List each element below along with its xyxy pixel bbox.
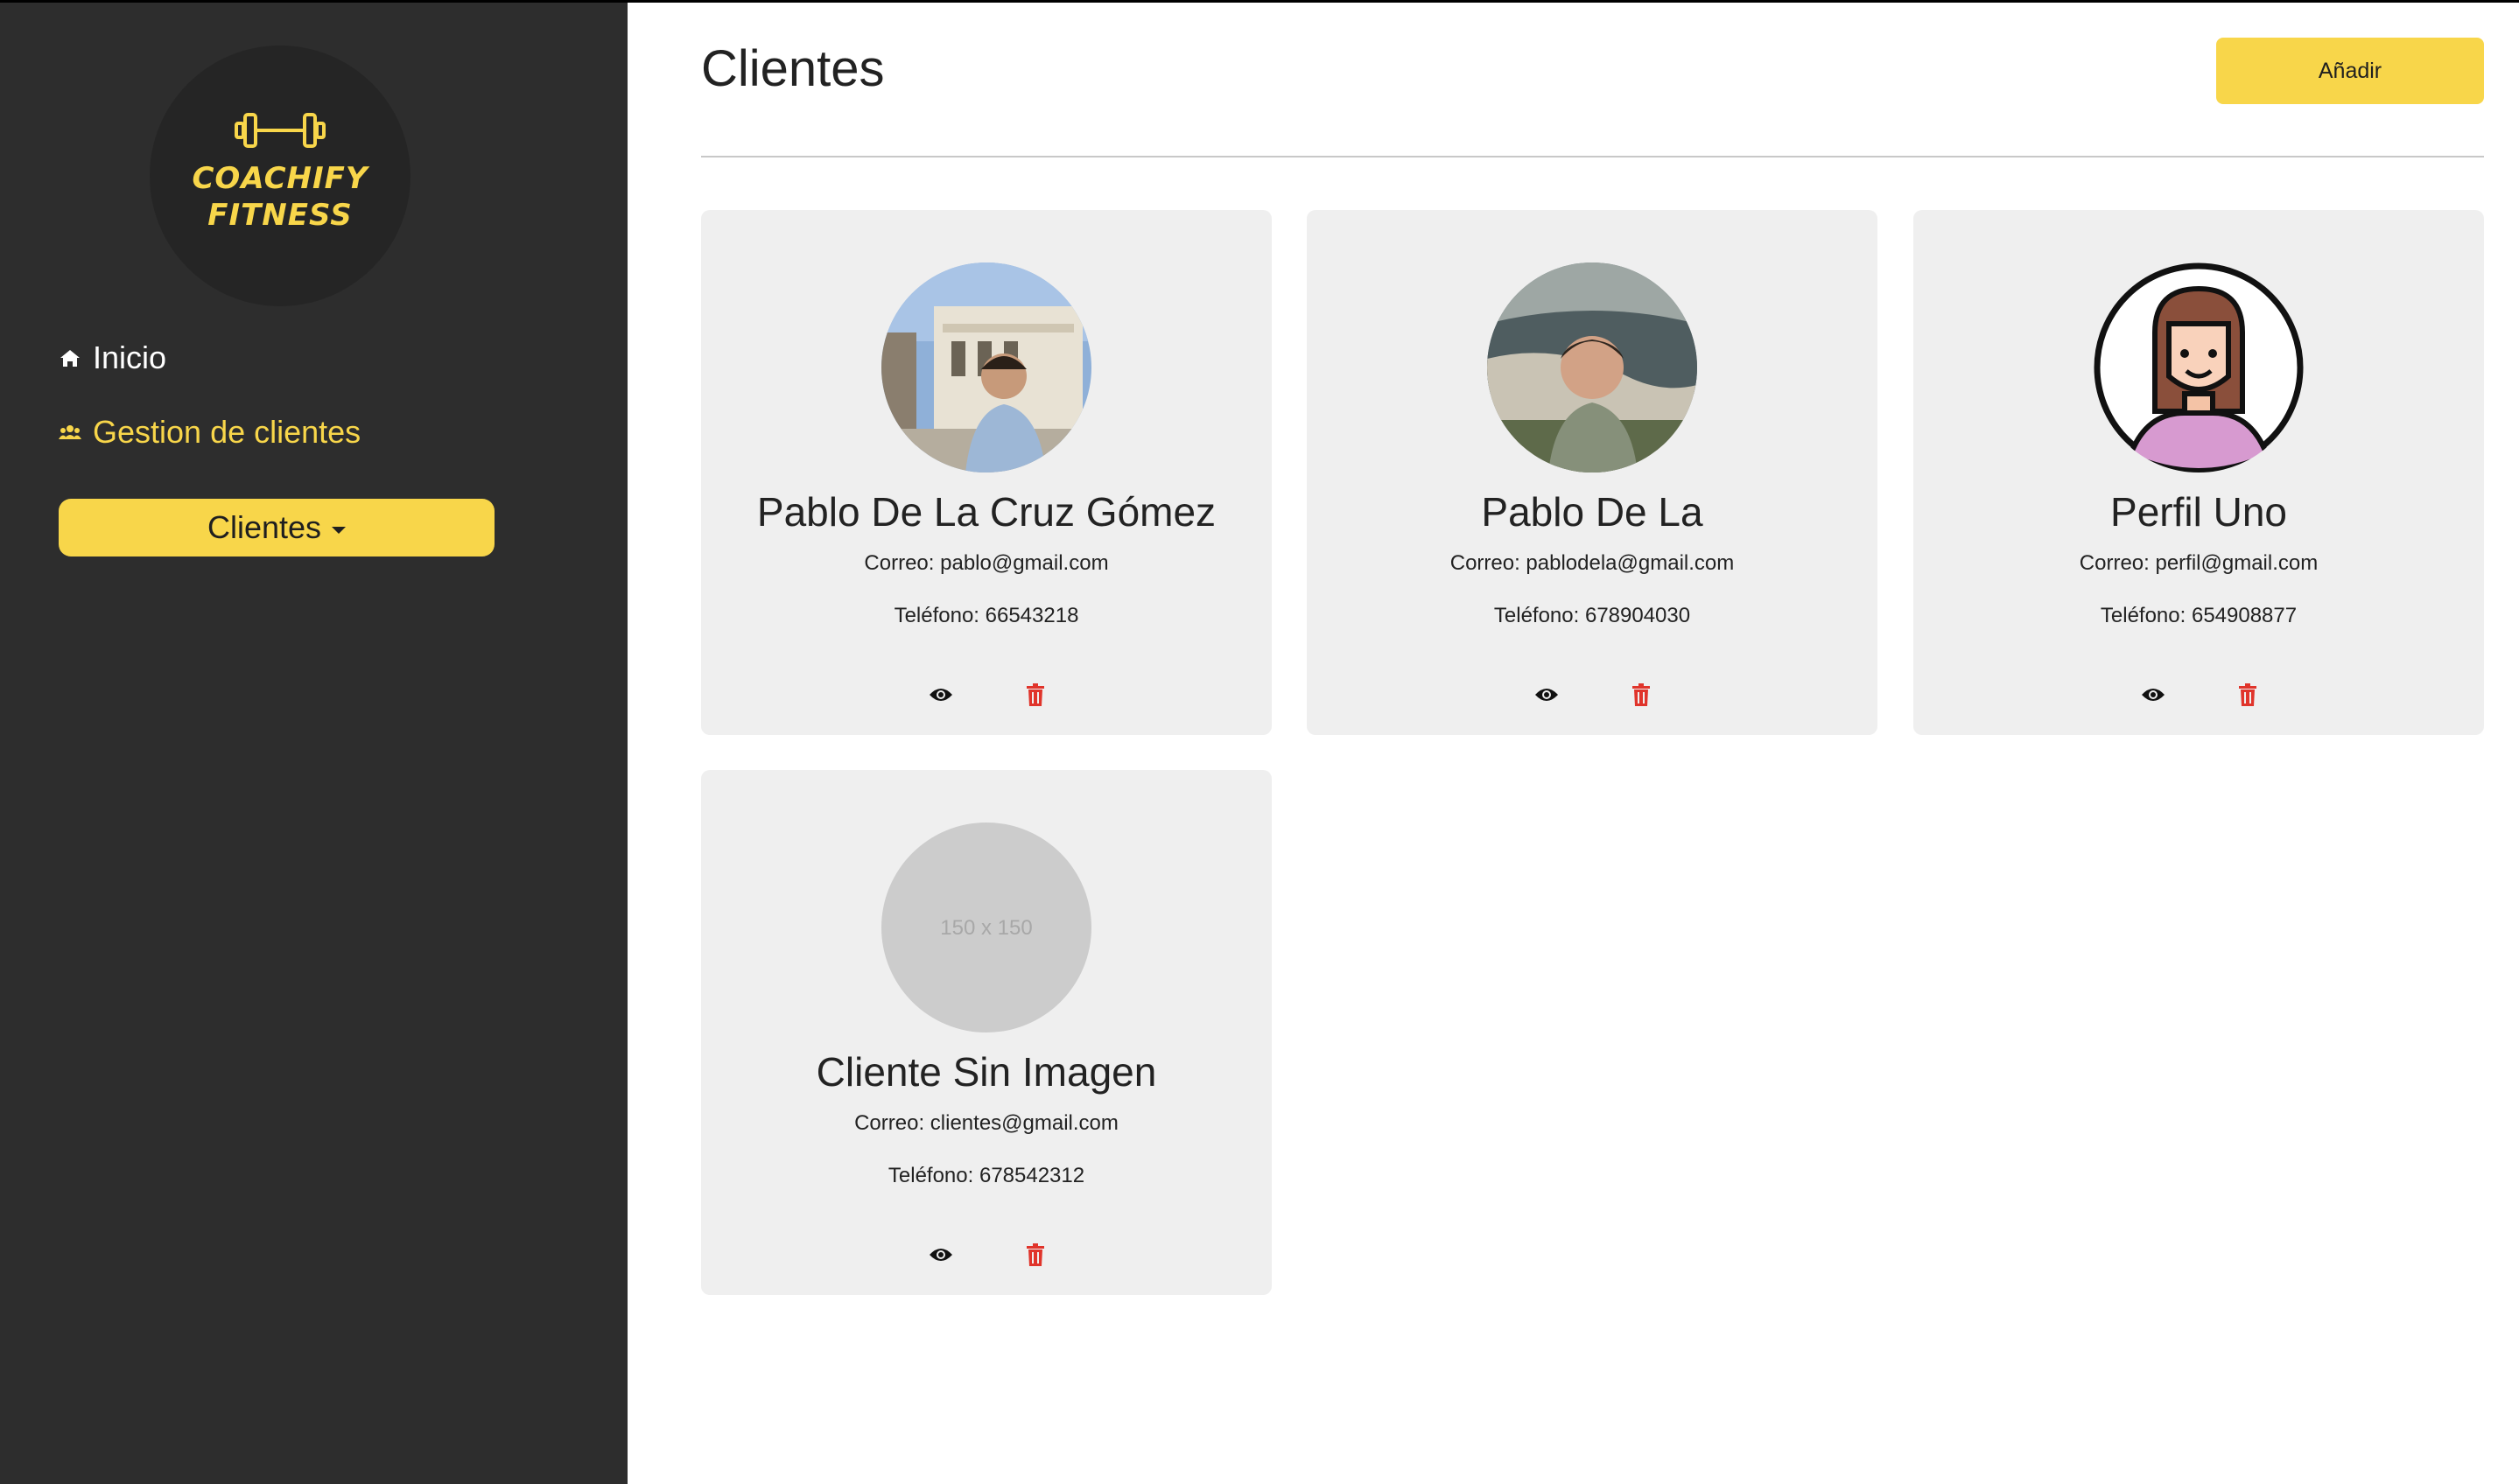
app-window: COACHIFY FITNESS Inicio Gestion de clien… [0,3,2519,1484]
brand-logo[interactable]: COACHIFY FITNESS [150,46,410,306]
client-phone: Teléfono: 678904030 [1493,604,1691,627]
nav-item-gestion-label: Gestion de clientes [93,414,361,450]
eye-icon [930,1249,952,1261]
eye-icon [930,689,952,701]
client-email: Correo: pablo@gmail.com [864,551,1109,575]
page-title: Clientes [701,40,885,97]
add-client-button[interactable]: Añadir [2216,38,2484,104]
users-icon [58,420,82,444]
caret-down-icon [332,527,347,534]
eye-icon [2142,689,2165,701]
client-name: Pablo De La Cruz Gómez [756,489,1217,535]
client-name: Cliente Sin Imagen [816,1049,1157,1095]
client-actions [1307,677,1877,712]
eye-icon [1535,689,1558,701]
delete-client-button[interactable] [1018,677,1053,712]
client-actions [701,1237,1272,1272]
delete-client-button[interactable] [1018,1237,1053,1272]
nav-item-gestion-clientes[interactable]: Gestion de clientes [58,414,361,451]
placeholder-size-label: 150 x 150 [940,916,1032,940]
home-icon [58,346,82,370]
nav-item-inicio[interactable]: Inicio [58,340,166,376]
client-card: Pablo De La Correo: pablodela@gmail.com … [1307,210,1877,735]
nav-item-inicio-label: Inicio [93,340,167,375]
client-phone: Teléfono: 654908877 [2100,604,2298,627]
trash-icon [2239,683,2256,706]
client-avatar [2094,262,2304,472]
trash-icon [1027,683,1044,706]
sidebar: COACHIFY FITNESS Inicio Gestion de clien… [0,3,628,1484]
client-card: 150 x 150 Cliente Sin Imagen Correo: cli… [701,770,1272,1295]
client-avatar-placeholder: 150 x 150 [881,822,1091,1032]
client-name: Pablo De La [1481,489,1703,535]
delete-client-button[interactable] [2230,677,2265,712]
view-client-button[interactable] [2136,677,2171,712]
view-client-button[interactable] [923,1237,958,1272]
client-email: Correo: clientes@gmail.com [854,1111,1119,1135]
client-name: Perfil Uno [2110,489,2287,535]
clientes-dropdown-label: Clientes [207,509,322,545]
header-divider [701,156,2484,158]
view-client-button[interactable] [923,677,958,712]
client-email: Correo: pablodela@gmail.com [1449,551,1735,575]
trash-icon [1027,1243,1044,1266]
client-phone: Teléfono: 66543218 [894,604,1079,627]
client-actions [701,677,1272,712]
logo-text-line1: COACHIFY [192,161,368,196]
trash-icon [1632,683,1650,706]
client-avatar [881,262,1091,472]
client-email: Correo: perfil@gmail.com [2079,551,2319,575]
client-card: Pablo De La Cruz Gómez Correo: pablo@gma… [701,210,1272,735]
dumbbell-icon [235,113,326,148]
client-phone: Teléfono: 678542312 [888,1164,1085,1187]
client-avatar [1487,262,1697,472]
client-actions [1913,677,2484,712]
main-content: Clientes Añadir Pablo De La Cruz Gómez C… [628,3,2519,1484]
client-card: Perfil Uno Correo: perfil@gmail.com Telé… [1913,210,2484,735]
view-client-button[interactable] [1529,677,1564,712]
clientes-dropdown-button[interactable]: Clientes [59,499,495,556]
delete-client-button[interactable] [1624,677,1659,712]
logo-text-line2: FITNESS [207,198,353,233]
